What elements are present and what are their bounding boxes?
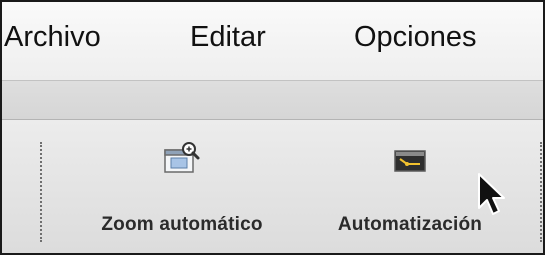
arrow-cursor-icon xyxy=(478,173,505,215)
zoom-automatico-label: Zoom automático xyxy=(101,214,263,235)
toolbar-separator-right xyxy=(540,142,542,242)
zoom-window-icon xyxy=(164,142,200,173)
automation-icon xyxy=(394,150,426,172)
toolbar-separator-left xyxy=(40,142,42,242)
menu-archivo[interactable]: Archivo xyxy=(4,20,101,54)
zoom-automatico-button[interactable]: Zoom automático xyxy=(66,142,298,236)
toolbar: Zoom automático Automatización xyxy=(2,120,543,253)
menu-editar[interactable]: Editar xyxy=(190,20,266,54)
title-strip xyxy=(2,81,543,120)
app-window: Archivo Editar Opciones Zoom automático xyxy=(0,0,545,255)
menu-bar: Archivo Editar Opciones xyxy=(2,2,543,81)
menu-opciones[interactable]: Opciones xyxy=(354,20,477,54)
